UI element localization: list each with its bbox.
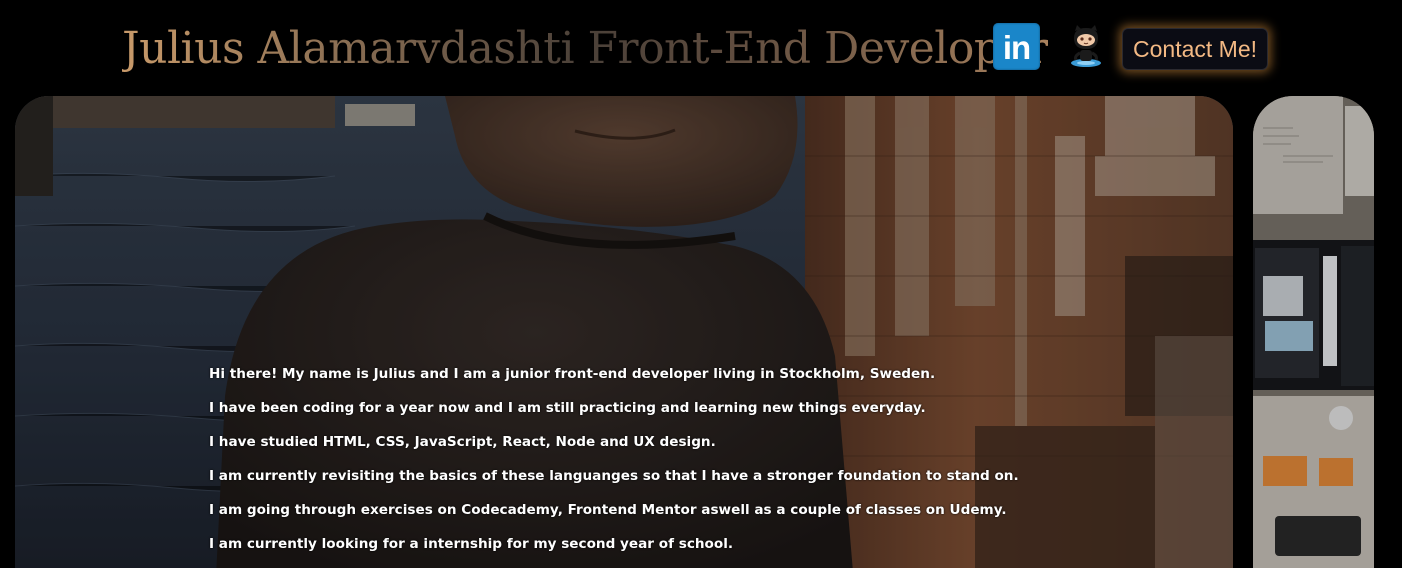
octocat-graphic [1071,25,1101,67]
contact-me-button[interactable]: Contact Me! [1122,28,1268,70]
page-title: Julius Alamarvdashti Front-End Developer [122,23,1048,74]
intro-paragraph: I am currently revisiting the basics of … [209,468,1019,484]
workspace-photo [1253,96,1374,568]
hero-card: Hi there! My name is Julius and I am a j… [15,96,1233,568]
linkedin-icon[interactable]: in [993,23,1040,70]
intro-paragraph: I am going through exercises on Codecade… [209,502,1007,518]
linkedin-glyph: in [1002,28,1031,66]
intro-paragraph: I have been coding for a year now and I … [209,400,926,416]
side-photo-card[interactable] [1253,96,1374,568]
hero-intro-text: Hi there! My name is Julius and I am a j… [209,366,1019,568]
site-header: Julius Alamarvdashti Front-End Developer… [0,0,1402,96]
github-octocat-icon[interactable] [1064,22,1108,70]
page: Julius Alamarvdashti Front-End Developer… [0,0,1402,568]
intro-paragraph: I have studied HTML, CSS, JavaScript, Re… [209,434,716,450]
intro-paragraph: I am currently looking for a internship … [209,536,734,552]
intro-paragraph: Hi there! My name is Julius and I am a j… [209,366,936,382]
